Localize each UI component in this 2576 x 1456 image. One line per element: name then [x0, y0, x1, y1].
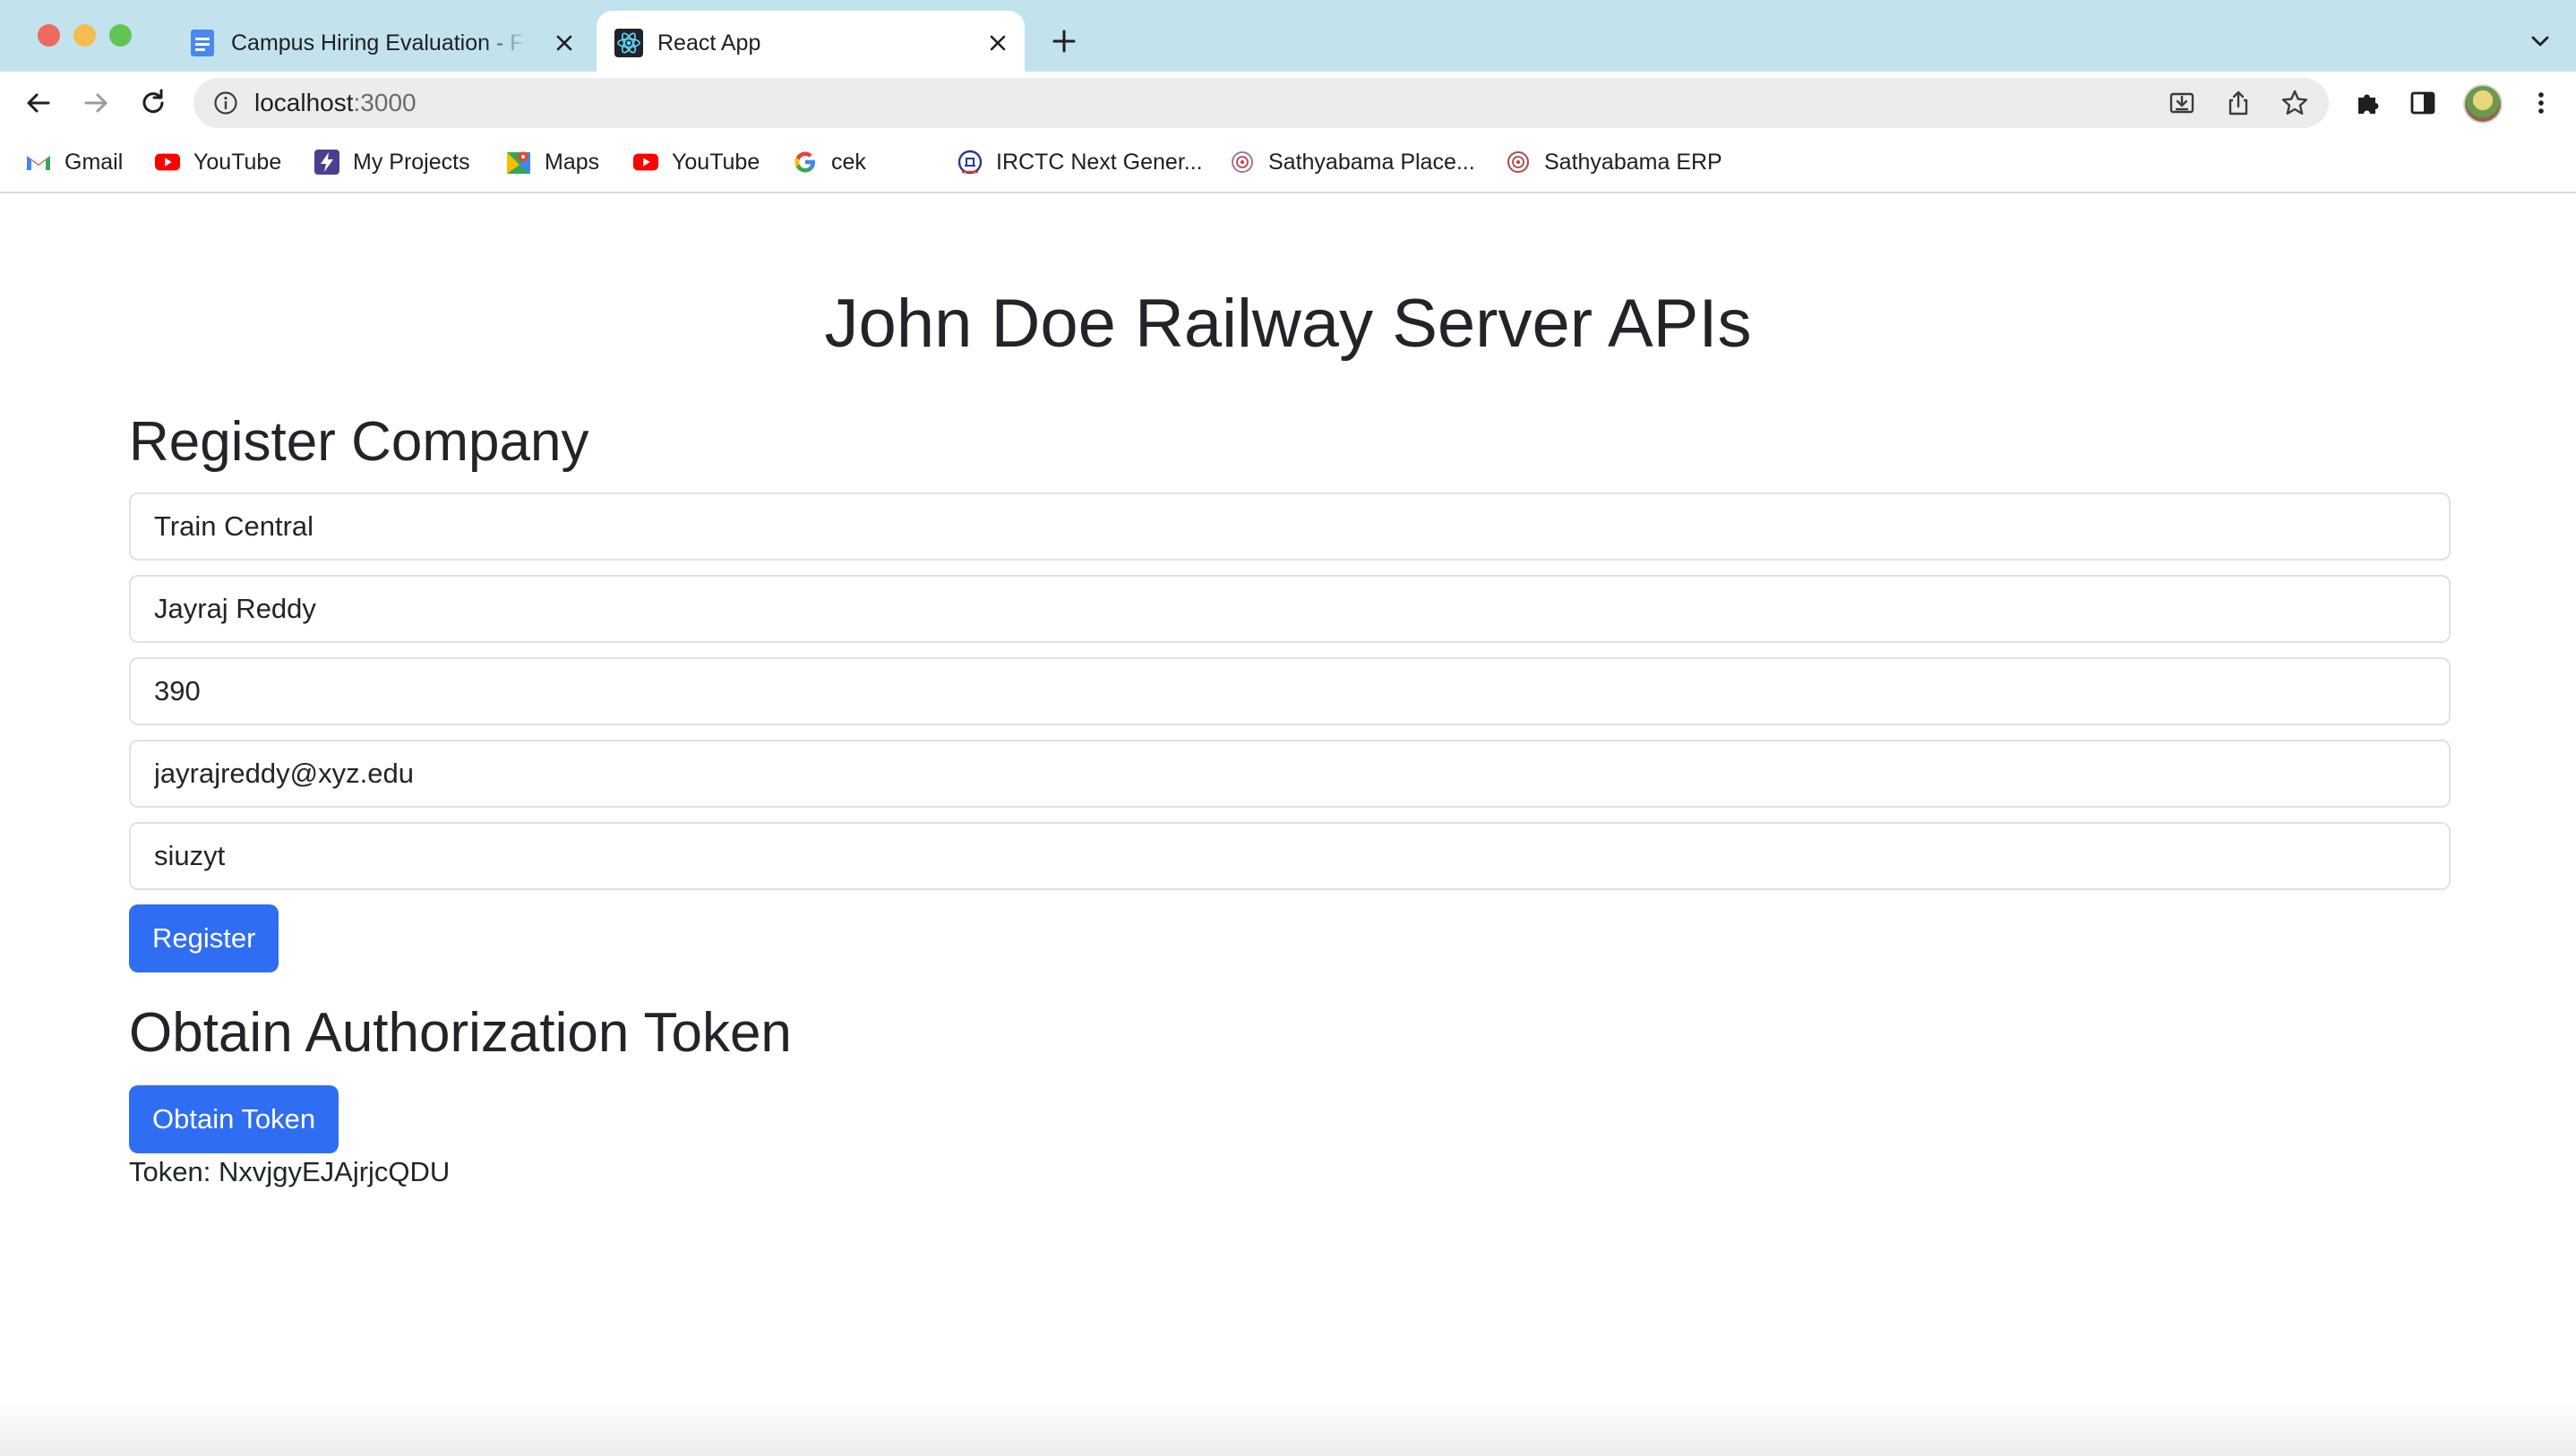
back-button[interactable]: [16, 81, 61, 125]
bookmark-irctc[interactable]: IRCTC Next Gener...: [957, 147, 1203, 177]
bookmark-sathyabama-erp[interactable]: Sathyabama ERP: [1505, 147, 1722, 177]
bookmark-youtube[interactable]: YouTube: [154, 147, 281, 177]
fullscreen-window-button[interactable]: [109, 24, 132, 47]
tab-search-button[interactable]: [2524, 25, 2556, 57]
share-icon[interactable]: [2220, 85, 2256, 121]
reload-icon: [142, 89, 164, 114]
reload-button[interactable]: [131, 81, 176, 125]
gmail-icon: [25, 149, 52, 176]
side-panel-button[interactable]: [2402, 82, 2443, 124]
tab-campus-hiring[interactable]: Campus Hiring Evaluation - Full: [170, 11, 591, 72]
bookmark-cek[interactable]: cek: [792, 147, 866, 177]
window-bottom-shadow: [0, 1402, 2576, 1456]
token-output: Token: NxvjgyEJAjrjcQDU: [129, 1155, 450, 1189]
react-logo-icon: [614, 29, 643, 57]
access-code-input[interactable]: [129, 822, 2451, 890]
chevron-down-icon: [2531, 36, 2549, 47]
bookmark-gmail[interactable]: Gmail: [25, 147, 123, 177]
more-vertical-icon: [2538, 92, 2544, 114]
youtube-icon: [632, 149, 659, 176]
irctc-icon: [957, 149, 983, 176]
google-docs-icon: [188, 29, 217, 57]
browser-toolbar: localhost:3000: [0, 72, 2576, 136]
close-window-button[interactable]: [38, 24, 60, 47]
google-icon: [792, 149, 819, 176]
close-tab-icon[interactable]: [552, 30, 577, 56]
sathyabama-icon: [1229, 149, 1256, 176]
token-value: NxvjgyEJAjrjcQDU: [218, 1156, 451, 1187]
puzzle-icon: [2358, 94, 2379, 114]
bookmark-sathyabama-placement[interactable]: Sathyabama Place...: [1229, 147, 1475, 177]
obtain-token-button[interactable]: Obtain Token: [129, 1085, 339, 1153]
tab-title: Campus Hiring Evaluation - Full: [231, 30, 527, 56]
obtain-token-heading: Obtain Authorization Token: [129, 1002, 792, 1064]
bolt-icon: [313, 149, 340, 176]
page-title: John Doe Railway Server APIs: [824, 286, 1752, 362]
maps-icon: [505, 149, 532, 176]
address-bar[interactable]: localhost:3000: [193, 78, 2329, 128]
profile-avatar[interactable]: [2463, 84, 2503, 124]
register-company-heading: Register Company: [129, 411, 589, 473]
plus-icon: [1052, 30, 1076, 53]
side-panel-icon: [2410, 91, 2435, 115]
bookmark-star-icon[interactable]: [2277, 85, 2313, 121]
tab-strip: Campus Hiring Evaluation - Full React Ap…: [0, 0, 2576, 72]
arrow-right-icon: [84, 93, 107, 113]
tab-title: React App: [657, 30, 761, 56]
close-tab-icon[interactable]: [985, 30, 1010, 56]
owner-name-input[interactable]: [129, 575, 2451, 643]
new-tab-button[interactable]: [1046, 23, 1082, 59]
bookmark-maps[interactable]: Maps: [505, 147, 599, 177]
tab-react-app[interactable]: React App: [597, 11, 1025, 72]
youtube-icon: [154, 149, 181, 176]
site-info-icon[interactable]: [213, 90, 238, 116]
register-button[interactable]: Register: [129, 904, 279, 972]
token-label: Token:: [129, 1156, 211, 1187]
url-text: localhost:3000: [254, 89, 416, 116]
extensions-button[interactable]: [2347, 82, 2388, 124]
arrow-left-icon: [27, 93, 50, 113]
minimize-window-button[interactable]: [73, 24, 96, 47]
install-app-icon[interactable]: [2164, 85, 2200, 121]
page-content: John Doe Railway Server APIs Register Co…: [0, 195, 2576, 1456]
sathyabama-icon: [1505, 149, 1532, 176]
browser-menu-button[interactable]: [2520, 82, 2562, 124]
forward-button[interactable]: [73, 81, 118, 125]
bookmark-youtube[interactable]: YouTube: [632, 147, 760, 177]
bookmarks-bar: Gmail YouTube My Projects Maps YouTube c…: [0, 136, 2576, 193]
roll-number-input[interactable]: [129, 657, 2451, 725]
owner-email-input[interactable]: [129, 740, 2451, 808]
bookmark-my-projects[interactable]: My Projects: [313, 147, 470, 177]
company-name-input[interactable]: [129, 492, 2451, 561]
